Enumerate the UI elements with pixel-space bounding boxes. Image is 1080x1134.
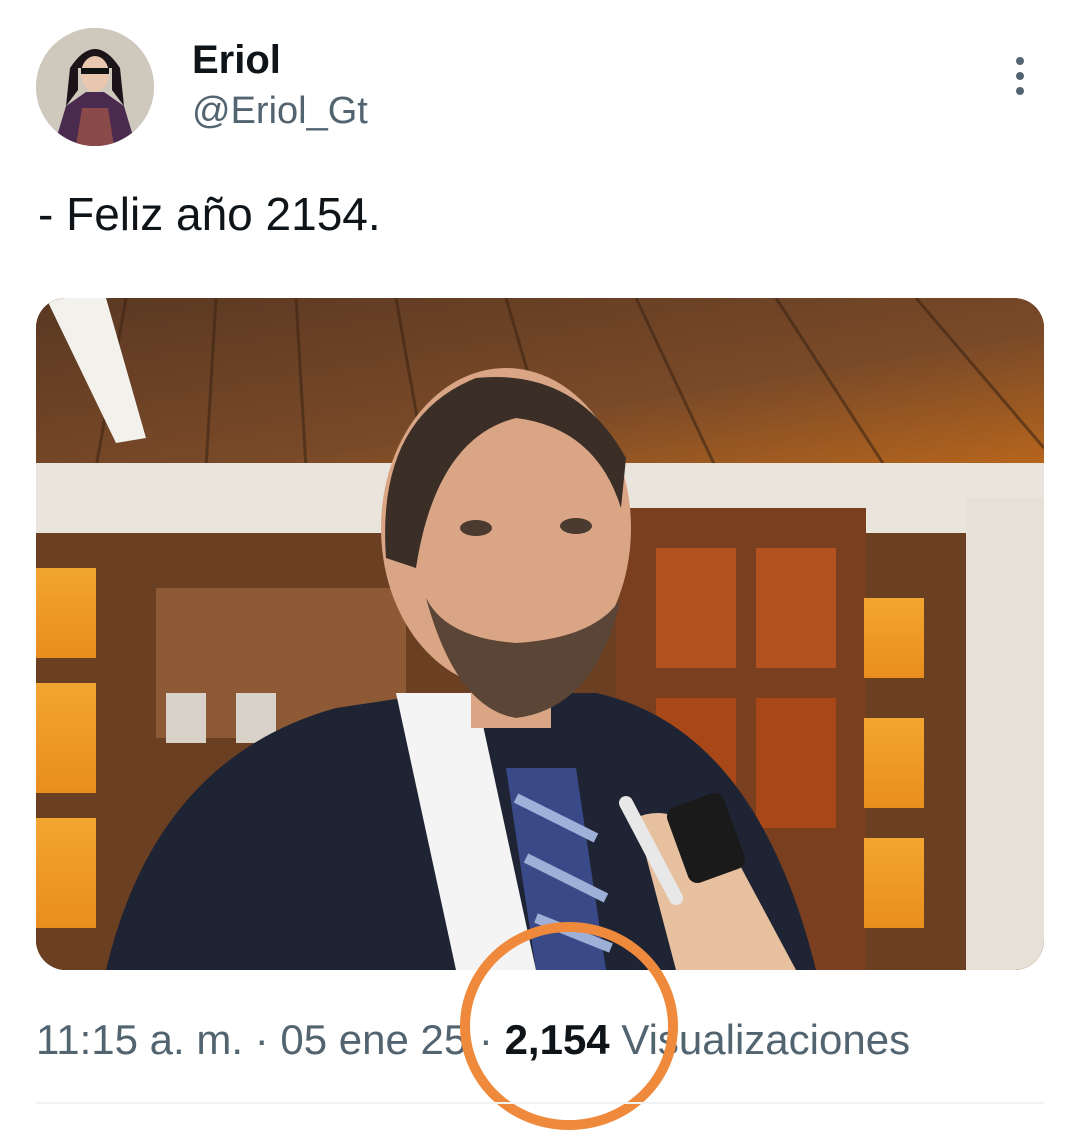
tweet-photo[interactable]: [36, 298, 1044, 970]
author-display-name[interactable]: Eriol: [192, 36, 281, 84]
avatar[interactable]: [36, 28, 154, 146]
meta-separator: ·: [254, 1016, 269, 1063]
avatar-image: [36, 28, 154, 146]
tweet-time[interactable]: 11:15 a. m.: [36, 1016, 243, 1063]
highlight-circle-annotation: [460, 922, 678, 1130]
divider: [36, 1102, 1044, 1104]
tweet-text: - Feliz año 2154.: [38, 188, 381, 240]
more-options-button[interactable]: [1000, 52, 1040, 102]
more-vertical-icon: [1016, 57, 1024, 95]
tweet-date[interactable]: 05 ene 25: [280, 1016, 467, 1063]
photo-image: [36, 298, 1044, 970]
author-handle[interactable]: @Eriol_Gt: [192, 88, 368, 134]
